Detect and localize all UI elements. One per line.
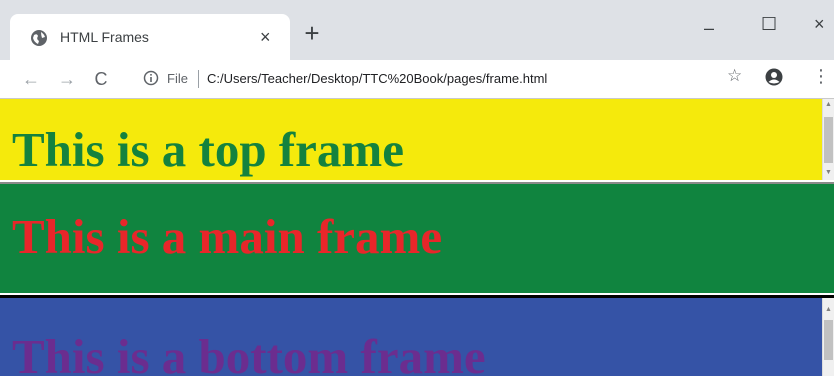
close-window-button[interactable]: ×: [814, 14, 825, 38]
browser-toolbar: ← → C File C:/Users/Teacher/Desktop/TTC%…: [0, 60, 834, 99]
bookmark-star-icon[interactable]: ☆: [727, 66, 742, 86]
scroll-thumb[interactable]: [824, 117, 833, 163]
scroll-up-icon[interactable]: ▲: [825, 306, 832, 314]
globe-icon: [31, 30, 47, 46]
top-frame: This is a top frame ▲ ▼: [0, 99, 834, 180]
maximize-button[interactable]: ☐: [761, 14, 777, 38]
tab-title: HTML Frames: [60, 29, 149, 45]
bottom-frame-heading: This is a bottom frame: [12, 329, 486, 376]
scheme-label: File: [167, 71, 188, 86]
minimize-button[interactable]: –: [704, 18, 714, 42]
main-frame-heading: This is a main frame: [12, 209, 443, 264]
account-icon[interactable]: [765, 68, 783, 86]
browser-menu-icon[interactable]: ⋮: [812, 66, 830, 87]
forward-button[interactable]: →: [56, 68, 78, 90]
url-text[interactable]: C:/Users/Teacher/Desktop/TTC%20Book/page…: [207, 71, 547, 86]
bottom-frame: This is a bottom frame ▲: [0, 295, 834, 376]
scroll-thumb[interactable]: [824, 320, 833, 360]
tab-close-button[interactable]: ×: [260, 28, 271, 46]
bottom-frame-scrollbar[interactable]: ▲: [822, 298, 834, 376]
scroll-up-icon[interactable]: ▲: [825, 101, 832, 109]
scroll-down-icon[interactable]: ▼: [825, 169, 832, 177]
info-icon[interactable]: [143, 70, 159, 86]
address-divider: [198, 70, 199, 88]
top-frame-heading: This is a top frame: [12, 122, 404, 177]
back-button[interactable]: ←: [20, 68, 42, 90]
tab-strip: HTML Frames × + – ☐ ×: [0, 0, 834, 60]
address-bar[interactable]: File C:/Users/Teacher/Desktop/TTC%20Book…: [125, 65, 805, 93]
browser-window: HTML Frames × + – ☐ × ← → C File C:/User…: [0, 0, 834, 376]
tab-html-frames[interactable]: HTML Frames ×: [10, 14, 290, 60]
new-tab-button[interactable]: +: [300, 20, 324, 46]
main-frame: This is a main frame: [0, 182, 834, 293]
reload-button[interactable]: C: [90, 68, 112, 90]
top-frame-scrollbar[interactable]: ▲ ▼: [822, 99, 834, 180]
